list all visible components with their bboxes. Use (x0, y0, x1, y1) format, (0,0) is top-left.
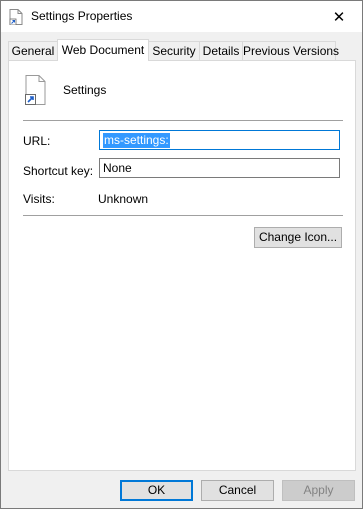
tab-details[interactable]: Details (199, 41, 243, 60)
close-icon: ✕ (332, 8, 346, 26)
close-button[interactable]: ✕ (316, 1, 362, 32)
divider (23, 120, 343, 121)
divider (23, 215, 343, 216)
change-icon-button[interactable]: Change Icon... (254, 227, 342, 248)
tab-panel: Settings URL: ms-settings: Shortcut key:… (8, 60, 356, 471)
shortcut-key-field[interactable]: None (99, 158, 340, 178)
title-bar: Settings Properties ✕ (1, 1, 362, 32)
tab-general[interactable]: General (8, 41, 58, 60)
tab-previous-versions[interactable]: Previous Versions (242, 41, 339, 60)
visits-value: Unknown (98, 192, 149, 206)
cancel-button[interactable]: Cancel (201, 480, 274, 501)
tab-security[interactable]: Security (148, 41, 200, 60)
properties-dialog: Settings Properties ✕ General Web Docume… (0, 0, 363, 509)
tab-web-document[interactable]: Web Document (57, 39, 149, 61)
visits-label: Visits: (23, 192, 55, 206)
window-title: Settings Properties (31, 9, 133, 23)
url-label: URL: (23, 134, 51, 148)
file-name: Settings (63, 83, 107, 97)
ok-button[interactable]: OK (120, 480, 193, 501)
shortcut-document-icon (25, 75, 46, 105)
shortcut-key-label: Shortcut key: (23, 164, 94, 178)
apply-button[interactable]: Apply (282, 480, 355, 501)
url-value: ms-settings: (103, 133, 170, 148)
document-icon (9, 9, 23, 25)
shortcut-key-value: None (103, 161, 132, 175)
url-field[interactable]: ms-settings: (99, 130, 340, 150)
